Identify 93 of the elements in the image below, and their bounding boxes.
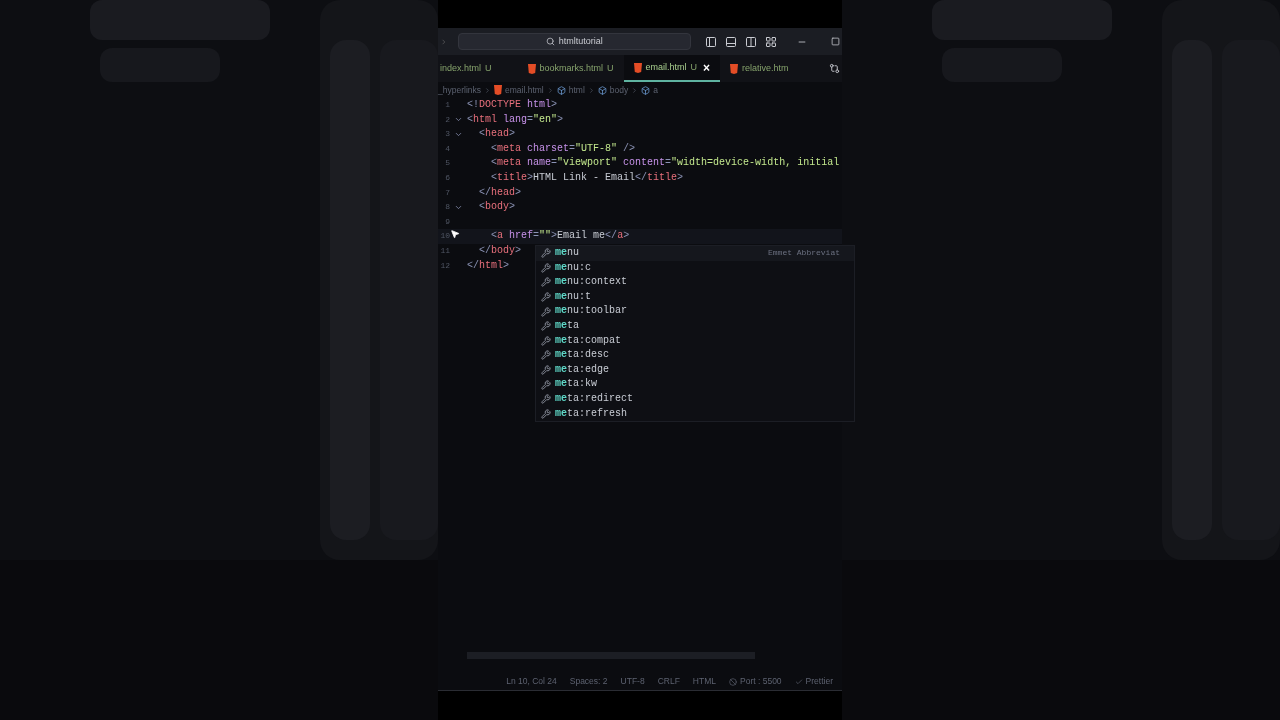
panel-toggle-icon[interactable]: [725, 35, 737, 48]
line-number: 6: [444, 171, 450, 184]
port-icon: [729, 677, 737, 686]
check-icon: [794, 677, 803, 686]
code-line: <title>HTML Link - Email</title>: [490, 170, 684, 185]
suggestion-item[interactable]: menu:context: [536, 275, 854, 290]
line-number: 3: [444, 128, 450, 141]
editor-tab[interactable]: index.html U: [438, 55, 518, 82]
code-line: <head>: [478, 127, 516, 142]
suggestion-item[interactable]: meta: [536, 318, 854, 334]
code-line: </html>: [467, 258, 510, 273]
suggestion-item[interactable]: menu:c: [536, 260, 854, 276]
suggestion-label: meta: [555, 318, 580, 333]
wrench-icon: [541, 408, 551, 419]
search-field[interactable]: htmltutorial: [457, 33, 691, 50]
suggestion-label: menu:t: [555, 289, 592, 304]
wrench-icon: [541, 321, 551, 332]
editor-tab[interactable]: bookmarks.html U: [517, 55, 624, 82]
fold-chevron-icon[interactable]: [454, 130, 463, 139]
separator-icon: [587, 86, 595, 94]
tab-label: index.html: [440, 61, 482, 75]
close-tab-button[interactable]: ×: [703, 58, 711, 77]
status-letter: U: [607, 61, 614, 75]
compare-icon[interactable]: [828, 63, 840, 74]
wrench-icon: [541, 262, 551, 273]
suggestion-detail: Emmet Abbreviat: [768, 247, 840, 259]
suggestion-item[interactable]: meta:kw: [536, 377, 854, 392]
search-icon: [545, 37, 555, 46]
wrench-icon: [541, 365, 551, 376]
code-line: </head>: [478, 185, 522, 200]
suggestion-label: menu:toolbar: [555, 304, 628, 319]
suggestion-item[interactable]: meta:refresh: [536, 406, 854, 422]
status-letter: U: [690, 60, 698, 74]
wrench-icon: [541, 350, 551, 361]
line-number: 12: [439, 259, 450, 272]
separator-icon: [631, 86, 639, 94]
code-line: <html lang="en">: [467, 112, 564, 127]
suggestion-label: menu:c: [555, 260, 592, 275]
code-line: <meta charset="UTF-8" />: [490, 141, 636, 156]
tab-label: bookmarks.html: [539, 61, 604, 75]
wrench-icon: [541, 394, 551, 405]
suggestion-item[interactable]: meta:edge: [536, 362, 854, 378]
code-line: <meta name="viewport" content="width=device-width, initial: [490, 156, 840, 171]
code-line: <!DOCTYPE html>: [467, 98, 558, 112]
mouse-pointer-icon: [450, 229, 460, 239]
chevron-icon: [440, 37, 448, 46]
line-number: 1: [444, 99, 450, 111]
suggestion-item[interactable]: menu:t: [536, 289, 854, 305]
symbol-icon: [597, 85, 607, 95]
suggestion-item[interactable]: menu Emmet Abbreviat: [536, 246, 854, 261]
wrench-icon: [541, 306, 551, 317]
split-layout-icon[interactable]: [745, 35, 757, 48]
suggestion-label: meta:refresh: [555, 406, 628, 421]
line-number: 9: [444, 215, 450, 228]
line-number: 5: [444, 157, 450, 170]
line-number: 11: [439, 244, 450, 257]
suggestion-item[interactable]: meta:desc: [536, 348, 854, 363]
wrench-icon: [541, 292, 551, 303]
suggestion-label: menu:context: [555, 275, 628, 290]
line-number: 10: [439, 230, 450, 243]
suggestion-label: meta:compat: [555, 333, 622, 348]
wrench-icon: [541, 248, 551, 259]
sidebar-toggle-icon[interactable]: [705, 35, 717, 48]
separator-icon: [546, 86, 554, 94]
line-number: 7: [444, 186, 450, 199]
line-number: 2: [444, 113, 450, 126]
wrench-icon: [541, 379, 551, 390]
wrench-icon: [541, 277, 551, 288]
line-number: 8: [444, 201, 450, 214]
suggestion-label: meta:desc: [555, 348, 610, 363]
html-file-icon: [494, 85, 502, 95]
maximize-icon[interactable]: [831, 37, 840, 46]
editor-tab[interactable]: email.html U ×: [623, 55, 721, 82]
suggestion-item[interactable]: meta:redirect: [536, 391, 854, 407]
tab-label: email.html: [645, 60, 687, 74]
suggestion-label: meta:kw: [555, 377, 598, 392]
suggestion-label: menu: [555, 246, 580, 260]
editor-tab[interactable]: relative.htm: [720, 55, 799, 82]
code-line: </body>: [478, 243, 522, 258]
suggestion-item[interactable]: meta:compat: [536, 333, 854, 349]
code-line: <body>: [478, 200, 516, 215]
suggestion-label: meta:edge: [555, 362, 610, 377]
layout-icon[interactable]: [765, 35, 777, 48]
separator-icon: [484, 86, 491, 94]
wrench-icon: [541, 335, 551, 346]
line-number: 4: [444, 142, 450, 155]
tab-label: relative.htm: [742, 61, 789, 75]
symbol-icon: [556, 85, 566, 95]
code-line: <a href="">Email me</a>: [490, 229, 630, 244]
status-letter: U: [485, 61, 492, 75]
symbol-icon: [641, 85, 651, 95]
suggestion-label: meta:redirect: [555, 391, 634, 406]
suggestion-item[interactable]: menu:toolbar: [536, 304, 854, 319]
